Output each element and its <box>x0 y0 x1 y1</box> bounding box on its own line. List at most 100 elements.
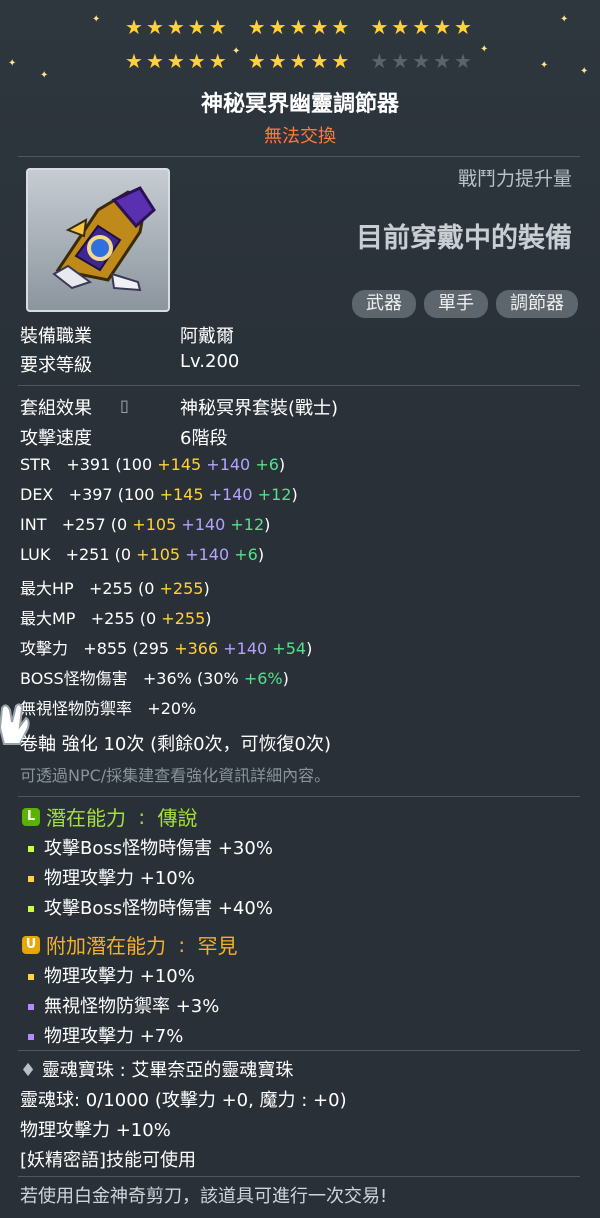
potential-header: L 潛在能力 : 傳說 <box>22 802 197 831</box>
stat-row-mp: 最大MP +255 (0 +255) <box>20 605 212 629</box>
set-effect-label: 套組效果 <box>20 398 92 419</box>
additional-potential-line: 無視怪物防禦率 +3% <box>28 992 219 1018</box>
stat-total: +391 <box>66 455 111 474</box>
soul-count: 靈魂球: 0/1000 (攻擊力 +0, 魔力 : +0) <box>20 1090 347 1111</box>
scroll-enhance-row: 卷軸 強化 10次 (剩餘0次，可恢復0次) <box>20 734 332 755</box>
flame-icon: ♦ <box>20 1060 37 1081</box>
stat-base: (0 <box>110 515 128 534</box>
stat-row-boss: BOSS怪物傷害 +36% (30% +6%) <box>20 665 289 689</box>
soul-skill: [妖精密語]技能可使用 <box>20 1150 197 1171</box>
stat-base: (295 <box>132 639 170 658</box>
stat-bonus: +6 <box>255 455 279 474</box>
stat-row-attack: 攻擊力 +855 (295 +366 +140 +54) <box>20 635 312 659</box>
additional-potential-grade: 罕見 <box>197 934 238 958</box>
level-value: Lv.200 <box>180 351 240 372</box>
sparkle-icon: ✦ <box>232 46 241 57</box>
stat-scroll: +105 <box>136 545 181 564</box>
potential-title: 潛在能力 <box>46 806 126 830</box>
legendary-grade-icon: L <box>22 807 40 826</box>
stat-row-hp: 最大HP +255 (0 +255) <box>20 575 210 599</box>
stat-total: +257 <box>61 515 106 534</box>
additional-potential-header: U 附加潛在能力 : 罕見 <box>22 930 237 959</box>
stat-close: ) <box>306 639 313 658</box>
stat-starforce: +140 <box>223 639 268 658</box>
item-name: 神秘冥界幽靈調節器 <box>200 92 399 117</box>
power-increase-label: 戰鬥力提升量 <box>457 168 572 190</box>
stat-total: +855 <box>83 639 128 658</box>
sparkle-icon: ✦ <box>8 58 17 69</box>
attack-speed-value: 6階段 <box>180 428 228 449</box>
stat-label: LUK <box>20 545 51 564</box>
sparkle-icon: ✦ <box>560 14 569 25</box>
stat-row-luk: LUK +251 (0 +105 +140 +6) <box>20 545 264 564</box>
unique-grade-icon: U <box>22 935 40 954</box>
potential-grade: 傳說 <box>157 806 198 830</box>
scissors-notice: 若使用白金神奇剪刀，該道具可進行一次交易! <box>20 1186 388 1207</box>
job-row: 裝備職業 阿戴爾 <box>20 322 234 348</box>
soul-effect: 物理攻擊力 +10% <box>20 1120 171 1141</box>
trade-status: 無法交換 <box>264 126 336 147</box>
tag-weapon: 武器 <box>352 290 416 318</box>
divider <box>18 156 580 157</box>
stat-bonus: +54 <box>272 639 307 658</box>
stat-close: ) <box>205 609 212 628</box>
stat-label: BOSS怪物傷害 <box>20 669 128 688</box>
stat-base: (100 <box>115 455 153 474</box>
stat-close: ) <box>257 545 265 564</box>
stat-total: +251 <box>65 545 110 564</box>
stat-label: STR <box>20 455 52 474</box>
stat-bonus: +6% <box>243 669 283 688</box>
stat-close: ) <box>282 669 289 688</box>
soul-header: ♦ 靈魂寶珠 : 艾畢奈亞的靈魂寶珠 <box>20 1056 293 1082</box>
potential-line: 攻擊Boss怪物時傷害 +30% <box>28 834 273 860</box>
additional-potential-line: 物理攻擊力 +7% <box>28 1022 183 1048</box>
stat-label: INT <box>20 515 47 534</box>
tag-one-handed: 單手 <box>424 290 488 318</box>
stat-bonus: +6 <box>234 545 258 564</box>
stat-label: 最大HP <box>20 579 74 598</box>
stat-total: +397 <box>68 485 113 504</box>
stat-scroll: +366 <box>174 639 219 658</box>
divider <box>18 1176 580 1177</box>
star-force-row-1: ★★★★★ ★★★★★ ★★★★★ <box>125 15 475 39</box>
mouse-icon: ▯ <box>120 396 129 415</box>
stat-row-str: STR +391 (100 +145 +140 +6) <box>20 455 285 474</box>
stat-base: (0 <box>138 579 155 598</box>
level-row: 要求等級 Lv.200 <box>20 351 239 377</box>
stat-scroll: +145 <box>157 455 202 474</box>
stat-row-ignore-def: 無視怪物防禦率 +20% <box>20 695 196 719</box>
stat-total: +255 <box>90 609 135 628</box>
sparkle-icon: ✦ <box>40 70 49 81</box>
stat-scroll: +105 <box>132 515 177 534</box>
attack-speed-row: 攻擊速度 6階段 <box>20 424 227 450</box>
stat-bonus: +12 <box>230 515 265 534</box>
stat-starforce: +140 <box>206 455 251 474</box>
stat-label: 最大MP <box>20 609 76 628</box>
stat-close: ) <box>264 515 271 534</box>
tag-bladecaster: 調節器 <box>496 290 578 318</box>
soul-title: 靈魂寶珠 : 艾畢奈亞的靈魂寶珠 <box>41 1060 294 1081</box>
stat-scroll: +255 <box>159 579 204 598</box>
enhance-hint: 可透過NPC/採集建查看強化資訊詳細內容。 <box>20 766 331 785</box>
stat-total: +255 <box>88 579 133 598</box>
stat-row-int: INT +257 (0 +105 +140 +12) <box>20 515 270 534</box>
additional-potential-title: 附加潛在能力 <box>46 934 166 958</box>
job-label: 裝備職業 <box>20 326 92 347</box>
additional-potential-line: 物理攻擊力 +10% <box>28 962 195 988</box>
sparkle-icon: ✦ <box>580 66 589 77</box>
set-effect-row: 套組效果 ▯ 神秘冥界套裝(戰士) <box>20 394 338 420</box>
stat-label: DEX <box>20 485 54 504</box>
stat-scroll: +145 <box>159 485 204 504</box>
stat-base: (0 <box>114 545 132 564</box>
stat-starforce: +140 <box>208 485 253 504</box>
sparkle-icon: ✦ <box>540 60 549 71</box>
stat-close: ) <box>203 579 210 598</box>
gauntlet-icon <box>52 186 156 292</box>
item-icon-frame <box>26 168 170 312</box>
sparkle-icon: ✦ <box>92 14 101 25</box>
potential-line: 攻擊Boss怪物時傷害 +40% <box>28 894 273 920</box>
stat-close: ) <box>278 455 286 474</box>
stat-close: ) <box>291 485 298 504</box>
stat-label: 無視怪物防禦率 <box>20 699 133 718</box>
divider <box>18 1050 580 1051</box>
